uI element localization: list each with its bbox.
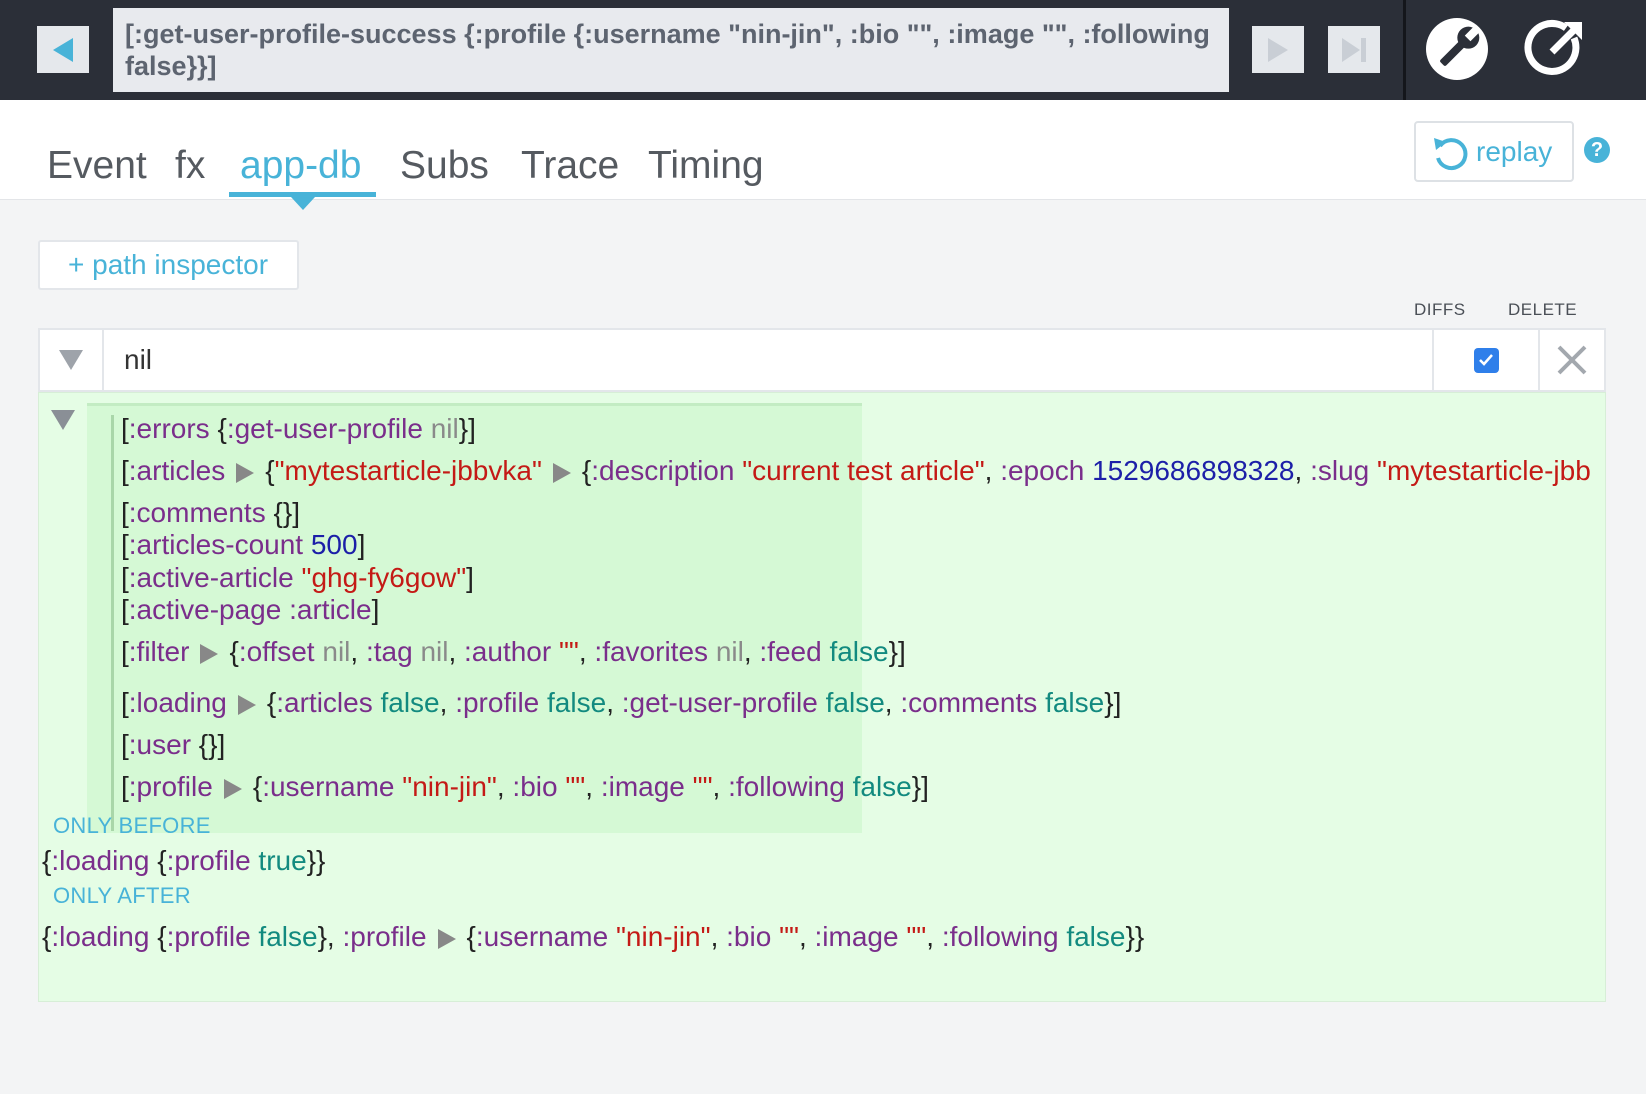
delete-column-header: DELETE <box>1508 300 1578 319</box>
close-icon <box>1557 345 1587 375</box>
replay-label: replay <box>1476 135 1553 167</box>
checkmark-icon <box>1479 354 1493 366</box>
pop-out-icon[interactable] <box>1522 16 1588 82</box>
previous-event-button[interactable] <box>37 26 89 73</box>
app-db-diff-panel: [:errors {:get-user-profile nil}] [:arti… <box>38 392 1606 1002</box>
delete-path-button[interactable] <box>1538 330 1604 390</box>
db-entry-articles-count: [:articles-count 500] <box>121 529 366 560</box>
path-inspector-row <box>38 328 1606 392</box>
tree-guide <box>111 415 114 831</box>
add-path-inspector-button[interactable]: + path inspector <box>38 240 299 290</box>
diffs-cell <box>1432 330 1538 390</box>
path-input[interactable] <box>106 330 1432 390</box>
skip-to-end-icon <box>1342 37 1366 62</box>
event-toolbar: [:get-user-profile-success {:profile {:u… <box>0 0 1646 100</box>
diffs-column-header: DIFFS <box>1414 300 1466 319</box>
tab-event[interactable]: Event <box>47 144 147 188</box>
triangle-down-icon[interactable] <box>50 409 76 431</box>
only-after-label: ONLY AFTER <box>53 883 191 908</box>
tab-timing[interactable]: Timing <box>648 144 764 188</box>
replay-button[interactable]: replay <box>1414 121 1574 182</box>
db-entry-articles: [:articles {"mytestarticle-jbbvka" {:descr… <box>121 455 1591 486</box>
help-icon[interactable]: ? <box>1584 137 1610 163</box>
db-entry-active-page: [:active-page :article] <box>121 594 380 625</box>
only-before-value: {:loading {:profile true}} <box>42 845 326 876</box>
expand-triangle-icon[interactable] <box>437 928 457 950</box>
db-entry-errors: [:errors {:get-user-profile nil}] <box>121 413 476 444</box>
db-entry-filter: [:filter {:offset nil, :tag nil, :author … <box>121 636 906 667</box>
back-arrow-icon <box>53 37 73 62</box>
only-before-label: ONLY BEFORE <box>53 813 211 838</box>
tab-subs[interactable]: Subs <box>400 144 489 188</box>
expand-triangle-icon[interactable] <box>199 643 219 665</box>
db-entry-active-article: [:active-article "ghg-fy6gow"] <box>121 562 474 593</box>
event-display: [:get-user-profile-success {:profile {:u… <box>113 8 1229 92</box>
diffs-checkbox[interactable] <box>1473 347 1499 373</box>
expand-triangle-icon[interactable] <box>552 462 572 484</box>
db-entry-loading: [:loading {:articles false, :profile fals… <box>121 687 1122 718</box>
path-collapse-toggle[interactable] <box>40 330 104 390</box>
expand-triangle-icon[interactable] <box>223 778 243 800</box>
only-after-value: {:loading {:profile false}, :profile {:us… <box>42 921 1145 952</box>
db-entry-profile: [:profile {:username "nin-jin", :bio "", … <box>121 771 929 802</box>
db-entry-comments: [:comments {}] <box>121 497 300 528</box>
forward-arrow-icon <box>1268 37 1288 62</box>
toolbar-divider <box>1403 0 1406 100</box>
tab-app-db[interactable]: app-db <box>240 144 361 188</box>
next-event-button[interactable] <box>1252 26 1304 73</box>
expand-triangle-icon[interactable] <box>237 694 257 716</box>
expand-triangle-icon[interactable] <box>235 462 255 484</box>
skip-to-end-button[interactable] <box>1328 26 1380 73</box>
active-tab-caret <box>291 197 315 210</box>
triangle-down-icon <box>59 350 83 370</box>
tab-trace[interactable]: Trace <box>521 144 619 188</box>
tab-fx[interactable]: fx <box>175 144 205 188</box>
db-entry-user: [:user {}] <box>121 729 226 760</box>
wrench-icon[interactable] <box>1424 16 1490 82</box>
replay-icon <box>1434 137 1468 170</box>
